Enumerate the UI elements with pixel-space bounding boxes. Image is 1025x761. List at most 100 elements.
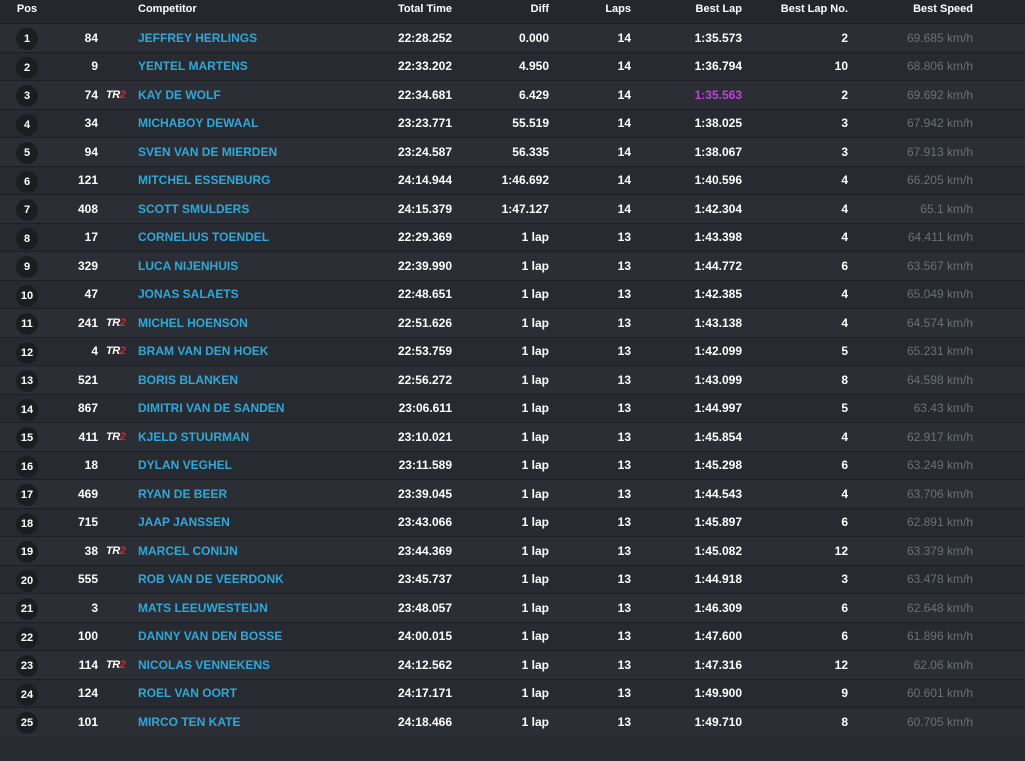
laps: 13	[617, 458, 631, 473]
header-total-time[interactable]: Total Time	[380, 0, 452, 18]
best-lap-no: 4	[841, 287, 848, 302]
table-row[interactable]: 4 34 MICHABOY DEWAAL 23:23.771 55.519 14 1:38.…	[0, 108, 1025, 138]
competitor-name-link[interactable]: JONAS SALAETS	[138, 281, 378, 309]
table-row[interactable]: 11 241 TR2 MICHEL HOENSON 22:51.626 1 lap 13 1:…	[0, 308, 1025, 337]
total-time: 22:53.759	[397, 344, 452, 359]
table-row[interactable]: 18 715 JAAP JANSSEN 23:43.066 1 lap 13 1:45.89…	[0, 507, 1025, 537]
best-lap-no: 4	[841, 315, 848, 330]
table-row[interactable]: 5 94 SVEN VAN DE MIERDEN 23:24.587 56.335 14 1…	[0, 137, 1025, 166]
best-lap-no: 3	[841, 116, 848, 131]
position-badge: 13	[16, 370, 38, 393]
table-row[interactable]: 22 100 DANNY VAN DEN BOSSE 24:00.015 1 lap 13…	[0, 621, 1025, 651]
header-laps[interactable]: Laps	[570, 0, 631, 18]
table-row[interactable]: 14 867 DIMITRI VAN DE SANDEN 23:06.611 1 lap…	[0, 393, 1025, 423]
best-lap: 1:44.772	[694, 258, 742, 273]
position-cell: 22	[10, 623, 44, 651]
header-best-speed[interactable]: Best Speed	[880, 0, 973, 18]
best-lap-no: 4	[841, 486, 848, 501]
best-lap: 1:35.573	[694, 30, 742, 45]
table-row[interactable]: 12 4 TR2 BRAM VAN DEN HOEK 22:53.759 1 lap 13 1…	[0, 336, 1025, 366]
competitor-name-link[interactable]: SVEN VAN DE MIERDEN	[138, 138, 378, 166]
diff: 1 lap	[521, 372, 549, 387]
competitor-name-link[interactable]: KAY DE WOLF	[138, 81, 378, 109]
competitor-name-link[interactable]: LUCA NIJENHUIS	[138, 252, 378, 280]
position-cell: 11	[10, 309, 44, 337]
best-lap-no: 2	[841, 30, 848, 45]
competitor-name-link[interactable]: SCOTT SMULDERS	[138, 195, 378, 223]
position-cell: 14	[10, 395, 44, 423]
table-row[interactable]: 6 121 MITCHEL ESSENBURG 24:14.944 1:46.692 14…	[0, 165, 1025, 195]
competitor-name-link[interactable]: JEFFREY HERLINGS	[138, 24, 378, 52]
total-time: 24:00.015	[397, 629, 452, 644]
competitor-name-link[interactable]: MARCEL CONIJN	[138, 537, 378, 565]
competitor-name-link[interactable]: BRAM VAN DEN HOEK	[138, 338, 378, 366]
total-time: 24:18.466	[397, 714, 452, 729]
competitor-name-link[interactable]: DIMITRI VAN DE SANDEN	[138, 395, 378, 423]
badge-tr: TR	[106, 345, 120, 358]
competitor-name-link[interactable]: ROEL VAN OORT	[138, 680, 378, 708]
table-row[interactable]: 16 18 DYLAN VEGHEL 23:11.589 1 lap 13 1:45.298…	[0, 450, 1025, 480]
best-lap: 1:45.854	[694, 429, 742, 444]
header-best-lap[interactable]: Best Lap	[650, 0, 742, 18]
race-number: 124	[77, 686, 98, 701]
header-competitor[interactable]: Competitor	[138, 0, 378, 18]
laps: 13	[617, 315, 631, 330]
competitor-name-link[interactable]: JAAP JANSSEN	[138, 509, 378, 537]
table-row[interactable]: 17 469 RYAN DE BEER 23:39.045 1 lap 13 1:44.54…	[0, 479, 1025, 508]
competitor-name-link[interactable]: CORNELIUS TOENDEL	[138, 224, 378, 252]
table-row[interactable]: 15 411 TR2 KJELD STUURMAN 23:10.021 1 lap 13 1:…	[0, 422, 1025, 451]
table-row[interactable]: 8 17 CORNELIUS TOENDEL 22:29.369 1 lap 13 1:43…	[0, 222, 1025, 252]
header-pos[interactable]: Pos	[10, 0, 44, 18]
table-row[interactable]: 7 408 SCOTT SMULDERS 24:15.379 1:47.127 14 1:4…	[0, 194, 1025, 223]
competitor-name-link[interactable]: MICHEL HOENSON	[138, 309, 378, 337]
best-speed: 64.411 km/h	[907, 230, 973, 245]
best-speed: 65.1 km/h	[920, 201, 973, 216]
best-lap-no: 2	[841, 87, 848, 102]
laps: 14	[617, 87, 631, 102]
competitor-name-link[interactable]: MICHABOY DEWAAL	[138, 110, 378, 138]
position-cell: 4	[10, 110, 44, 138]
table-row[interactable]: 25 101 MIRCO TEN KATE 24:18.466 1 lap 13 1:49.…	[0, 707, 1025, 736]
diff: 6.429	[518, 87, 549, 102]
diff: 1 lap	[521, 486, 549, 501]
table-row[interactable]: 3 74 TR2 KAY DE WOLF 22:34.681 6.429 14 1:35.56…	[0, 80, 1025, 109]
table-row[interactable]: 9 329 LUCA NIJENHUIS 22:39.990 1 lap 13 1:44.7…	[0, 251, 1025, 280]
competitor-name-link[interactable]: KJELD STUURMAN	[138, 423, 378, 451]
best-lap: 1:44.918	[694, 572, 742, 587]
table-row[interactable]: 2 9 YENTEL MARTENS 22:33.202 4.950 14 1:36.794…	[0, 51, 1025, 81]
competitor-name-link[interactable]: YENTEL MARTENS	[138, 53, 378, 81]
competitor-name-link[interactable]: BORIS BLANKEN	[138, 366, 378, 394]
competitor-name-link[interactable]: ROB VAN DE VEERDONK	[138, 566, 378, 594]
laps: 14	[617, 116, 631, 131]
total-time: 22:29.369	[397, 230, 452, 245]
best-lap-no: 12	[834, 543, 848, 558]
best-speed: 62.648 km/h	[906, 600, 973, 615]
table-row[interactable]: 21 3 MATS LEEUWESTEIJN 23:48.057 1 lap 13 1:46…	[0, 593, 1025, 622]
competitor-name-link[interactable]: RYAN DE BEER	[138, 480, 378, 508]
table-row[interactable]: 19 38 TR2 MARCEL CONIJN 23:44.369 1 lap 13 1:45…	[0, 536, 1025, 565]
position-cell: 19	[10, 537, 44, 565]
competitor-name-link[interactable]: DANNY VAN DEN BOSSE	[138, 623, 378, 651]
laps: 14	[617, 201, 631, 216]
total-time: 23:10.021	[397, 429, 452, 444]
best-lap-no: 4	[841, 230, 848, 245]
best-speed: 67.913 km/h	[906, 144, 973, 159]
header-best-lap-no[interactable]: Best Lap No.	[760, 0, 848, 18]
competitor-name-link[interactable]: NICOLAS VENNEKENS	[138, 651, 378, 679]
best-lap-no: 3	[841, 144, 848, 159]
table-row[interactable]: 1 84 JEFFREY HERLINGS 22:28.252 0.000 14 1:35.…	[0, 23, 1025, 52]
header-diff[interactable]: Diff	[470, 0, 549, 18]
table-row[interactable]: 24 124 ROEL VAN OORT 24:17.171 1 lap 13 1:49.9…	[0, 678, 1025, 708]
competitor-name-link[interactable]: MIRCO TEN KATE	[138, 708, 378, 736]
competitor-name-link[interactable]: DYLAN VEGHEL	[138, 452, 378, 480]
competitor-name-link[interactable]: MATS LEEUWESTEIJN	[138, 594, 378, 622]
table-row[interactable]: 23 114 TR2 NICOLAS VENNEKENS 24:12.562 1 lap 1…	[0, 650, 1025, 679]
best-speed: 69.692 km/h	[906, 87, 973, 102]
table-row[interactable]: 20 555 ROB VAN DE VEERDONK 23:45.737 1 lap 13…	[0, 564, 1025, 594]
table-row[interactable]: 10 47 JONAS SALAETS 22:48.651 1 lap 13 1:42.38…	[0, 279, 1025, 309]
total-time: 23:39.045	[397, 486, 452, 501]
competitor-name-link[interactable]: MITCHEL ESSENBURG	[138, 167, 378, 195]
position-badge: 5	[16, 142, 38, 165]
table-row[interactable]: 13 521 BORIS BLANKEN 22:56.272 1 lap 13 1:43.0…	[0, 365, 1025, 394]
diff: 1 lap	[521, 714, 549, 729]
